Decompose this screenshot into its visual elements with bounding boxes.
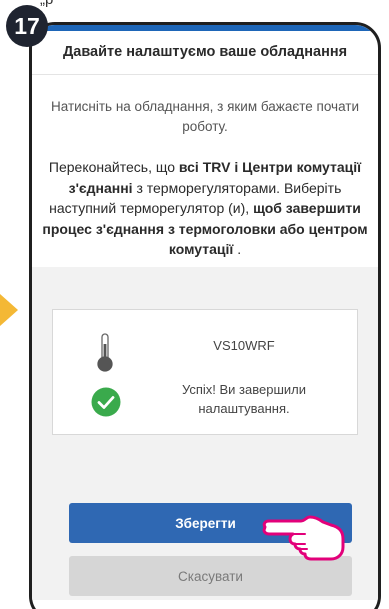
step-badge: 17 [6, 5, 48, 47]
pointer-arrow-icon [0, 294, 18, 326]
phone-screen: Давайте налаштуємо ваше обладнання Натис… [29, 22, 381, 609]
device-card[interactable]: VS10WRF Успіх! Ви завершили налаштування… [52, 309, 358, 435]
page-title: Давайте налаштуємо ваше обладнання [62, 44, 348, 60]
pointing-hand-icon [262, 515, 345, 561]
device-name: VS10WRF [213, 338, 275, 353]
cropped-text-fragment: „р [40, 0, 53, 8]
instruction-text: Натисніть на обладнання, з яким бажаєте … [50, 99, 360, 134]
confirm-text-3: . [233, 241, 242, 258]
confirmation-message: Переконайтесь, що всі TRV і Центри комут… [32, 150, 378, 267]
thermometer-icon [97, 333, 113, 372]
device-status: Успіх! Ви завершили налаштування. [181, 382, 307, 416]
check-circle-icon [91, 387, 121, 417]
cancel-button[interactable]: Скасувати [69, 556, 352, 596]
header-accent-bar [32, 25, 378, 31]
confirm-text-1: Переконайтесь, що [48, 159, 179, 176]
divider [32, 74, 378, 75]
